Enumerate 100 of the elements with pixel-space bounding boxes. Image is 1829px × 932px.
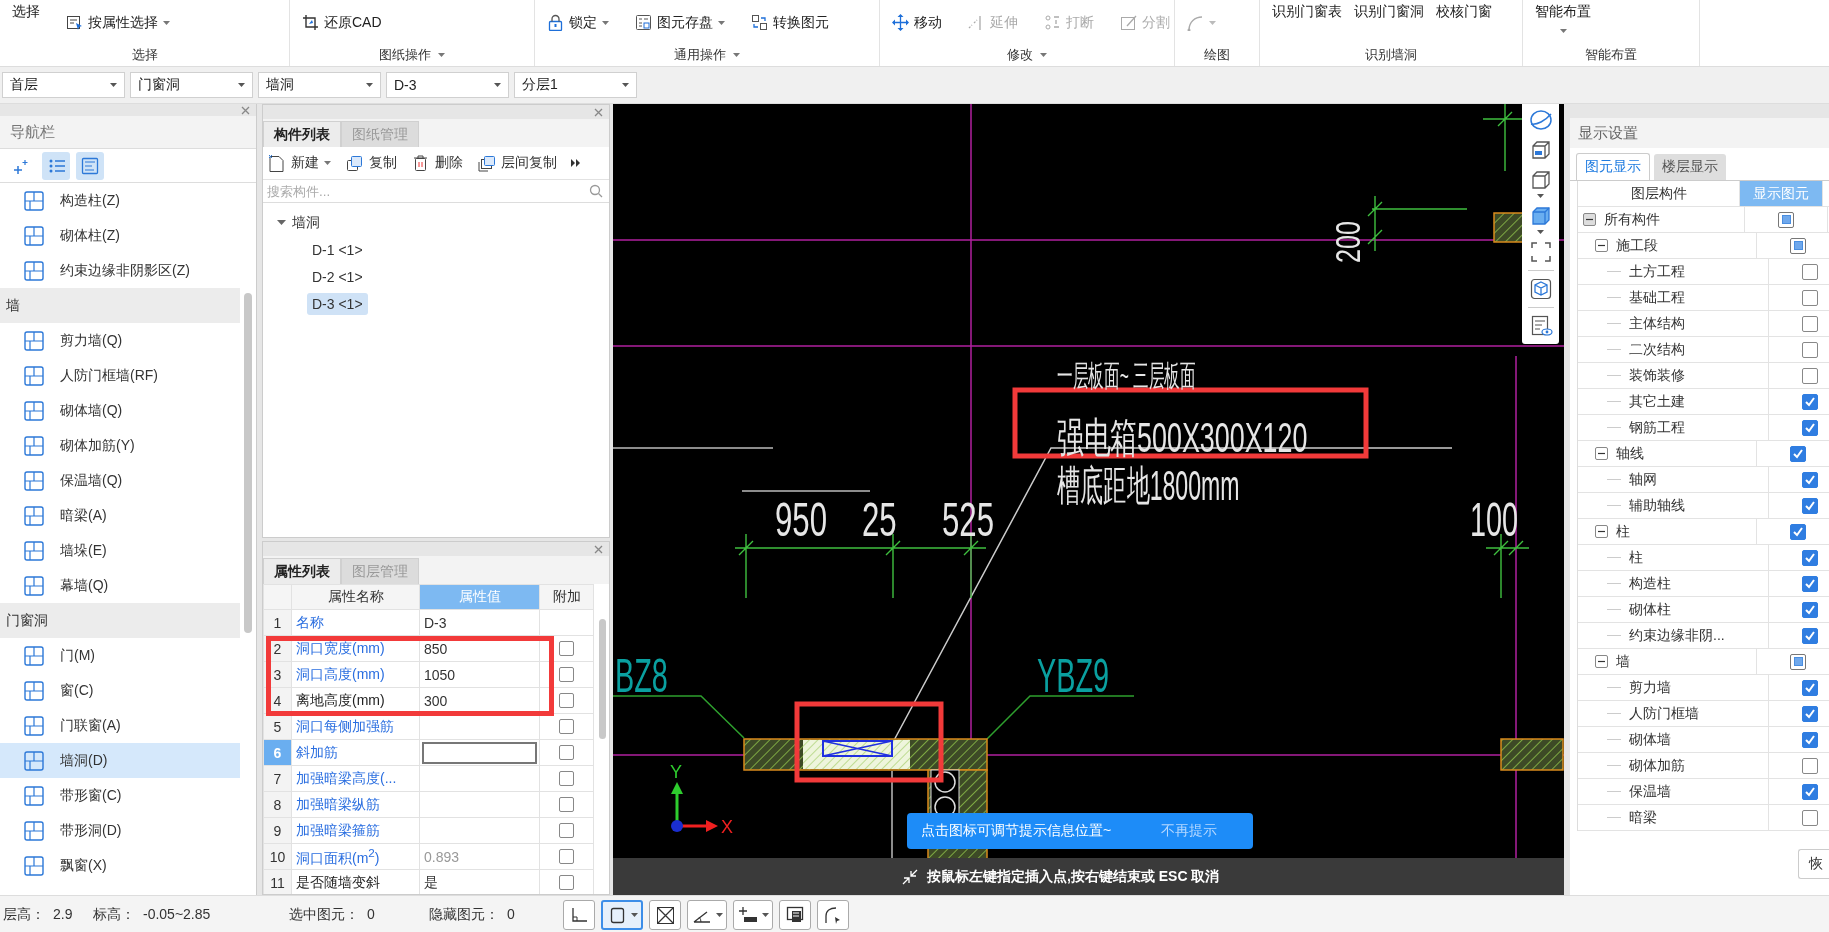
property-value[interactable]: 1050 [419, 661, 540, 688]
nav-item[interactable]: 砌体加筋(Y) [0, 428, 240, 463]
visibility-checkbox[interactable] [1802, 497, 1818, 514]
ribbon-button[interactable]: 锁定 [547, 13, 609, 32]
section-header[interactable]: 墙 [0, 288, 240, 323]
visibility-checkbox[interactable] [1802, 679, 1818, 696]
restore-button[interactable]: 恢 [1798, 849, 1829, 879]
checkbox[interactable] [559, 875, 574, 890]
checkbox[interactable] [559, 823, 574, 838]
selector-dropdown[interactable]: 首层 [2, 72, 125, 98]
nav-item[interactable]: 砌体柱(Z) [0, 218, 240, 253]
visibility-checkbox[interactable] [1802, 289, 1818, 306]
visibility-checkbox[interactable] [1802, 783, 1818, 800]
visibility-checkbox[interactable] [1802, 731, 1818, 748]
more-icon[interactable] [571, 158, 581, 168]
checkbox[interactable] [559, 641, 574, 656]
tree-item[interactable]: 墙洞 [292, 213, 320, 232]
checkbox[interactable] [559, 719, 574, 734]
nav-item[interactable]: 幕墙(Q) [0, 568, 240, 603]
close-icon[interactable] [594, 107, 603, 117]
ribbon-button[interactable]: 识别门窗洞 [1354, 3, 1424, 21]
view-toggle[interactable] [42, 151, 70, 180]
panel-tab[interactable]: 图元显示 [1576, 153, 1650, 180]
snap-tool-button[interactable] [601, 899, 643, 930]
collapse-toggle[interactable] [1595, 447, 1608, 460]
collapse-toggle[interactable] [1595, 239, 1608, 252]
checkbox[interactable] [559, 771, 574, 786]
visibility-checkbox[interactable] [1802, 341, 1818, 358]
visibility-checkbox[interactable] [1802, 575, 1818, 592]
selector-dropdown[interactable]: 墙洞 [258, 72, 381, 98]
panel-tab[interactable]: 属性列表 [263, 558, 341, 584]
nav-item[interactable]: 带形洞(D) [0, 813, 240, 848]
selector-dropdown[interactable]: D-3 [386, 72, 509, 98]
visibility-checkbox[interactable] [1802, 549, 1818, 566]
visibility-checkbox[interactable] [1802, 627, 1818, 644]
close-icon[interactable] [241, 105, 250, 115]
visibility-checkbox[interactable] [1802, 757, 1818, 774]
visibility-checkbox[interactable] [1802, 471, 1818, 488]
expand-toggle[interactable] [277, 218, 286, 227]
toolbar-button[interactable]: 复制 [345, 153, 397, 173]
fit-view-icon[interactable] [1528, 240, 1553, 264]
tree-item[interactable]: D-3 <1> [307, 292, 368, 315]
nav-item[interactable]: 带形窗(C) [0, 778, 240, 813]
snap-tool-button[interactable] [779, 899, 811, 930]
nav-item[interactable]: 人防门框墙(RF) [0, 358, 240, 393]
ribbon-button[interactable]: 按属性选择 [66, 13, 170, 32]
section-header[interactable]: 门窗洞 [0, 603, 240, 638]
selector-dropdown[interactable]: 分层1 [514, 72, 637, 98]
orbit-icon[interactable] [1528, 108, 1553, 132]
visibility-checkbox[interactable] [1790, 523, 1806, 540]
collapse-toggle[interactable] [1595, 655, 1608, 668]
toolbar-button[interactable]: 新建 [267, 153, 331, 173]
ribbon-button[interactable]: 校核门窗 [1436, 3, 1492, 21]
nav-item[interactable]: 门(M) [0, 638, 240, 673]
collapse-toggle[interactable] [1595, 525, 1608, 538]
snap-tool-button[interactable] [563, 899, 595, 930]
ribbon-button[interactable]: 选择 [12, 3, 40, 21]
visibility-checkbox[interactable] [1802, 367, 1818, 384]
toolbar-button[interactable]: 层间复制 [477, 153, 557, 173]
toolbar-button[interactable]: 删除 [411, 153, 463, 173]
nav-item[interactable]: 飘窗(X) [0, 848, 240, 883]
checkbox[interactable] [559, 849, 574, 864]
ribbon-button[interactable]: 图元存盘 [635, 13, 725, 32]
visibility-checkbox[interactable] [1790, 653, 1806, 670]
tree-item[interactable]: D-1 <1> [307, 238, 368, 261]
visibility-checkbox[interactable] [1802, 263, 1818, 280]
tree-item[interactable]: D-2 <1> [307, 265, 368, 288]
visibility-checkbox[interactable] [1778, 211, 1794, 228]
value-field[interactable] [422, 741, 537, 764]
checkbox[interactable] [559, 667, 574, 682]
nav-item[interactable]: 保温墙(Q) [0, 463, 240, 498]
collapse-toggle[interactable] [1583, 213, 1596, 226]
visibility-checkbox[interactable] [1802, 315, 1818, 332]
ribbon-button[interactable]: 智能布置 [1535, 3, 1591, 33]
scrollbar-thumb[interactable] [244, 293, 252, 633]
scrollbar-thumb[interactable] [598, 619, 606, 739]
shrink-icon[interactable] [901, 867, 919, 886]
selector-dropdown[interactable]: 门窗洞 [130, 72, 253, 98]
nav-item[interactable]: 墙洞(D) [0, 743, 240, 778]
checkbox[interactable] [559, 693, 574, 708]
ribbon-button[interactable]: 移动 [892, 13, 942, 32]
nav-item[interactable]: 墙垛(E) [0, 533, 240, 568]
nav-item[interactable]: 砌体墙(Q) [0, 393, 240, 428]
box-view-icon[interactable] [1528, 277, 1553, 301]
snap-tool-button[interactable] [687, 899, 727, 930]
nav-item[interactable]: 约束边缘非阴影区(Z) [0, 253, 240, 288]
ribbon-button[interactable]: 还原CAD [302, 13, 382, 32]
visibility-checkbox[interactable] [1802, 705, 1818, 722]
checkbox[interactable] [559, 745, 574, 760]
checkbox[interactable] [559, 797, 574, 812]
snap-tool-button[interactable] [733, 899, 773, 930]
nav-item[interactable]: 构造柱(Z) [0, 183, 240, 218]
search-field[interactable]: 搜索构件... [265, 182, 589, 200]
visibility-checkbox[interactable] [1790, 237, 1806, 254]
panel-tab[interactable]: 楼层显示 [1654, 154, 1726, 180]
property-value[interactable]: D-3 [419, 609, 540, 636]
view-toggle[interactable] [76, 151, 104, 180]
visibility-checkbox[interactable] [1802, 419, 1818, 436]
nav-item[interactable]: 剪力墙(Q) [0, 323, 240, 358]
nav-item[interactable]: 暗梁(A) [0, 498, 240, 533]
